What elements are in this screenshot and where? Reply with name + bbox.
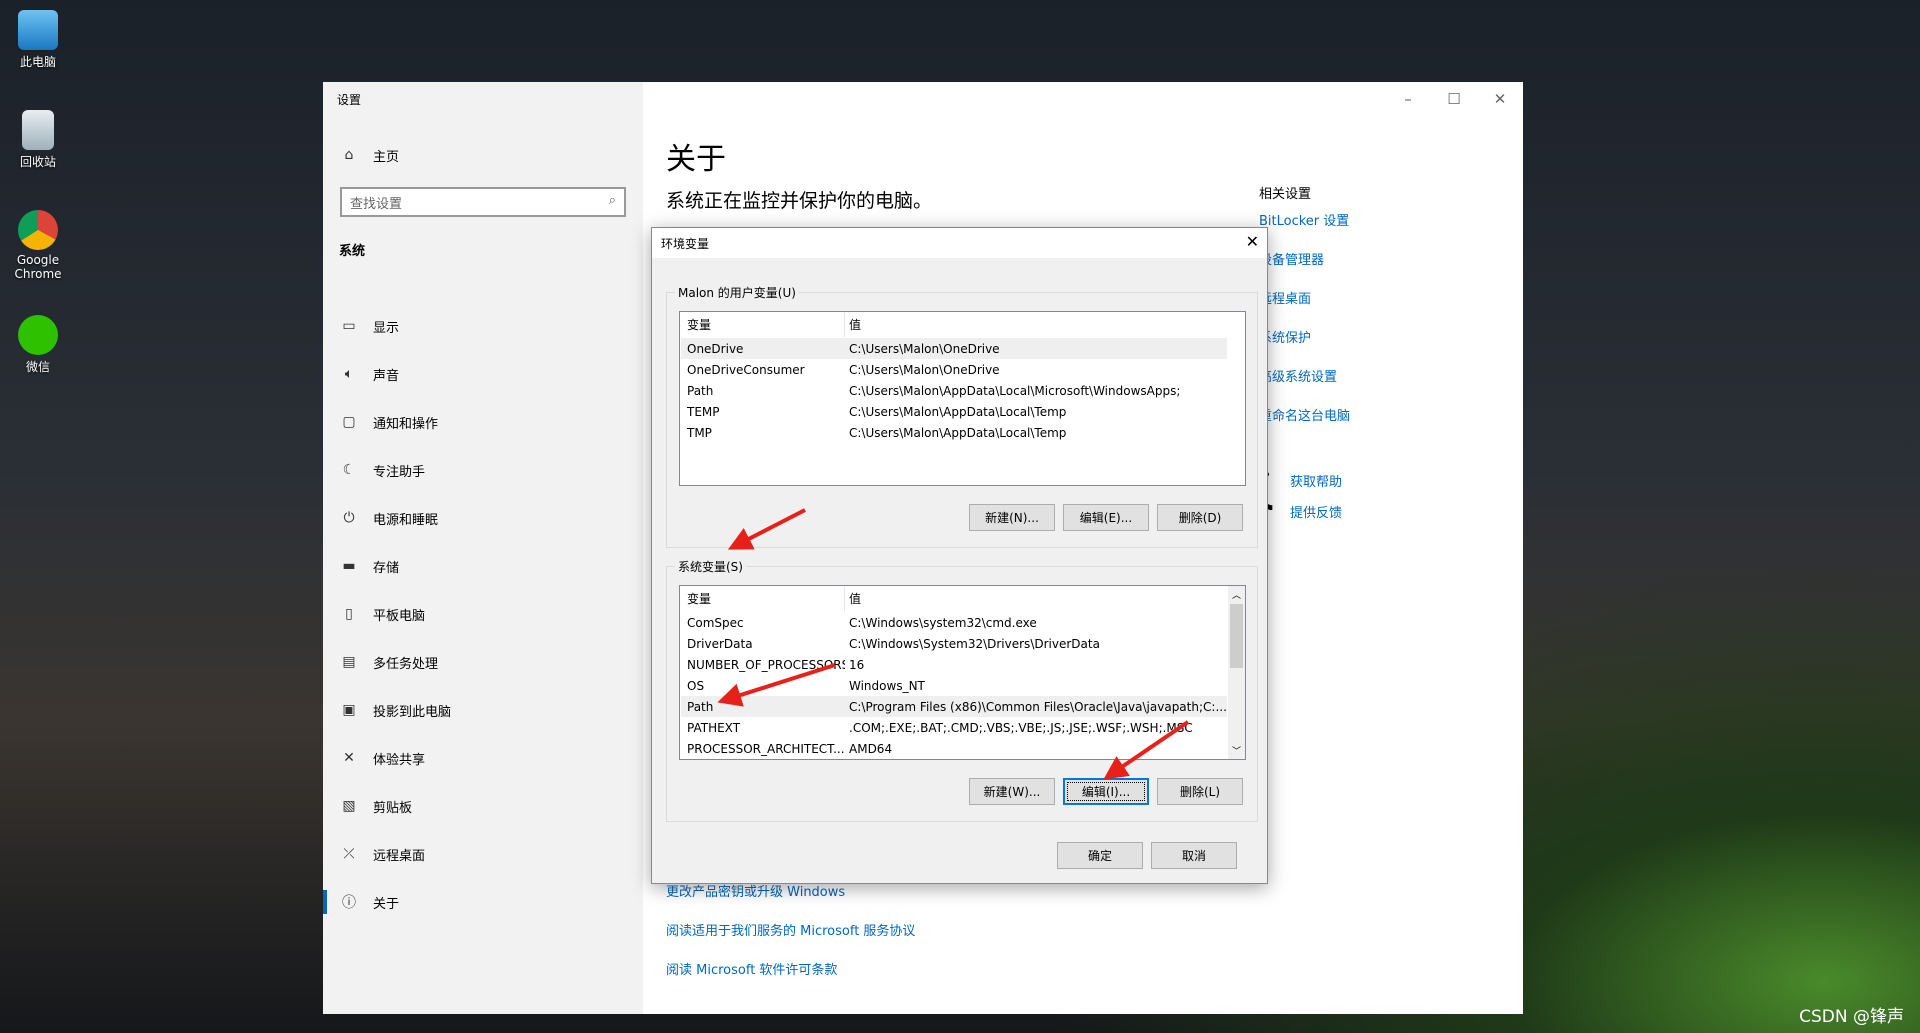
annotation-arrow-system-group xyxy=(727,508,806,550)
watermark: CSDN @锋声 xyxy=(1799,1007,1904,1027)
annotation-arrow-edit xyxy=(1103,720,1190,780)
annotation-arrows xyxy=(717,508,1190,780)
annotation-arrow-path xyxy=(717,663,836,707)
